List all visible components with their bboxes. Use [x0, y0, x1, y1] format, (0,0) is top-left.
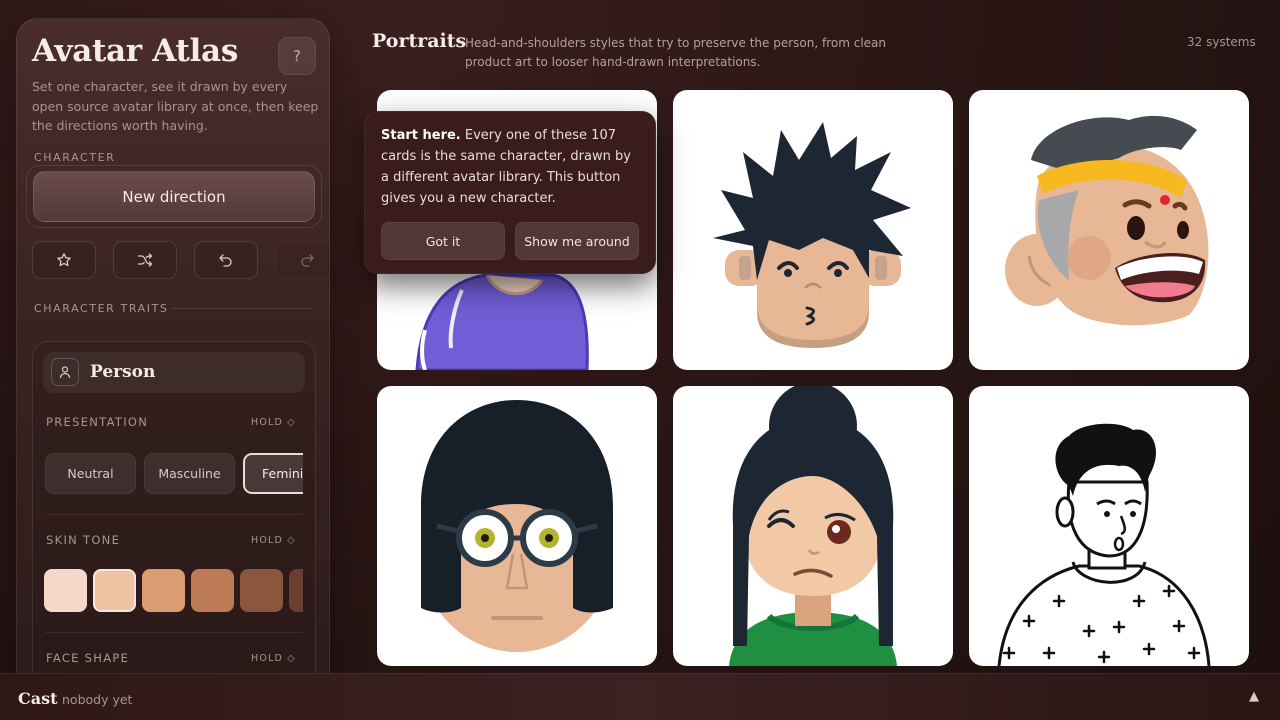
section-description: Head-and-shoulders styles that try to pr… [465, 36, 887, 69]
person-header[interactable]: Person [43, 352, 305, 393]
person-trait-card: Person PRESENTATION HOLD ◇ Neutral Mascu… [32, 341, 316, 697]
avatar-portrait-image [997, 423, 1211, 666]
star-icon [57, 253, 71, 267]
undo-icon [219, 254, 232, 267]
trait-divider [45, 514, 303, 515]
onboarding-tooltip: Start here. Every one of these 107 cards… [364, 111, 656, 274]
presentation-option-masculine[interactable]: Masculine [144, 453, 235, 494]
skin-swatch[interactable] [289, 569, 303, 612]
face-shape-hold-toggle[interactable]: HOLD ◇ [251, 653, 296, 664]
tooltip-lead: Start here. [381, 128, 461, 143]
shuffle-button[interactable] [113, 241, 177, 279]
shuffle-icon [137, 253, 153, 267]
avatar-card[interactable] [377, 386, 657, 666]
app-title: Avatar Atlas [32, 33, 238, 69]
new-direction-button[interactable]: New direction [33, 171, 315, 222]
presentation-options: Neutral Masculine Feminine [45, 453, 303, 495]
skin-swatch[interactable] [142, 569, 185, 612]
new-direction-frame: New direction [26, 165, 322, 228]
avatar-card[interactable] [969, 386, 1249, 666]
avatar-portrait-image [729, 386, 897, 666]
skin-tone-label: SKIN TONE [46, 533, 121, 547]
redo-button[interactable] [275, 241, 329, 279]
skin-swatch[interactable] [240, 569, 283, 612]
tooltip-text: Start here. Every one of these 107 cards… [381, 125, 643, 209]
section-title: Portraits [372, 30, 467, 52]
skin-swatch[interactable] [191, 569, 234, 612]
show-me-around-button[interactable]: Show me around [515, 222, 639, 260]
avatar-card[interactable] [673, 386, 953, 666]
skin-tone-hold-toggle[interactable]: HOLD ◇ [251, 535, 296, 546]
trait-divider [45, 632, 303, 633]
cast-label: Cast [18, 689, 58, 708]
person-label: Person [90, 362, 156, 382]
skin-swatch[interactable] [93, 569, 136, 612]
cast-bar: Cast nobody yet ▲ [0, 673, 1280, 720]
app-description: Set one character, see it drawn by every… [32, 79, 319, 133]
avatar-portrait-image [421, 400, 613, 652]
skin-swatch[interactable] [44, 569, 87, 612]
presentation-hold-toggle[interactable]: HOLD ◇ [251, 417, 296, 428]
person-icon [51, 358, 79, 386]
tool-row [32, 241, 329, 279]
undo-button[interactable] [194, 241, 258, 279]
character-section-label: CHARACTER [34, 151, 116, 164]
presentation-label: PRESENTATION [46, 415, 149, 429]
presentation-option-feminine[interactable]: Feminine [243, 453, 303, 494]
traits-divider [172, 308, 313, 309]
expand-cast-button[interactable]: ▲ [1249, 689, 1259, 704]
avatar-portrait-image [1005, 115, 1209, 326]
cast-status: nobody yet [62, 692, 133, 707]
sidebar: Avatar Atlas ? Set one character, see it… [16, 18, 330, 698]
help-button[interactable]: ? [278, 37, 316, 75]
redo-icon [301, 254, 314, 267]
presentation-option-neutral[interactable]: Neutral [45, 453, 136, 494]
favorite-button[interactable] [32, 241, 96, 279]
skin-tone-swatches [44, 569, 303, 613]
traits-section-label: CHARACTER TRAITS [34, 302, 169, 315]
systems-count: 32 systems [1187, 35, 1256, 49]
face-shape-label: FACE SHAPE [46, 651, 130, 665]
avatar-card[interactable] [969, 90, 1249, 370]
avatar-portrait-image [713, 122, 911, 348]
avatar-card[interactable] [673, 90, 953, 370]
got-it-button[interactable]: Got it [381, 222, 505, 260]
